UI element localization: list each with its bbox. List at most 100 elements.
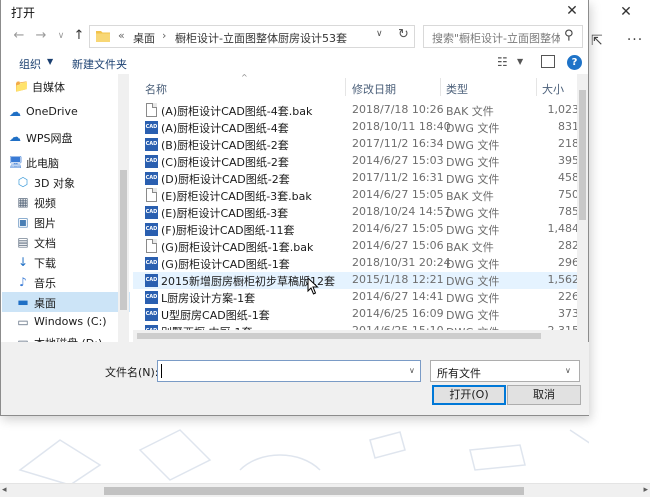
sidebar-item[interactable]: ⬡ 3D 对象 [2, 172, 130, 192]
file-name: (G)厨柜设计CAD图纸-1套 [161, 258, 290, 271]
address-dropdown-icon[interactable]: ∨ [376, 29, 383, 39]
drive-icon: ▭ [17, 315, 29, 329]
file-list-horizontal-scroll-thumb[interactable] [137, 333, 541, 339]
sidebar-item[interactable]: ☁ OneDrive [2, 102, 130, 122]
cancel-button[interactable]: 取消 [507, 385, 581, 405]
breadcrumb-current-folder[interactable]: 橱柜设计-立面图整体厨房设计53套 [175, 30, 347, 46]
refresh-icon[interactable]: ↻ [398, 27, 409, 42]
file-row[interactable]: CAD L厨房设计方案-1套 2014/6/27 14:41 DWG 文件 226 [133, 289, 579, 306]
picture-icon: ▣ [17, 215, 29, 229]
sidebar-item[interactable]: 📁 自媒体 [2, 76, 130, 96]
file-size: 785 [558, 205, 579, 218]
background-horizontal-scrollbar[interactable]: ◂ ▸ [0, 483, 650, 497]
file-type: BAK 文件 [446, 105, 494, 118]
sidebar-item-label: 3D 对象 [34, 177, 75, 190]
file-list-vertical-scroll-thumb[interactable] [579, 90, 586, 220]
sidebar-item-label: OneDrive [26, 105, 78, 118]
file-list-horizontal-scrollbar[interactable] [133, 330, 588, 342]
preview-pane-icon[interactable] [541, 55, 555, 68]
file-type: DWG 文件 [446, 156, 500, 169]
filename-dropdown-icon[interactable]: ∨ [409, 366, 415, 375]
cad-file-icon: CAD [145, 223, 158, 236]
file-type: DWG 文件 [446, 173, 500, 186]
column-header-size[interactable]: 大小 [542, 81, 564, 97]
file-name: (A)厨柜设计CAD图纸-4套.bak [161, 105, 313, 118]
file-row[interactable]: CAD 2015新增厨房橱柜初步草稿版12套 2015/1/18 12:21 DWG … [133, 272, 579, 289]
file-row[interactable]: CAD U型厨房CAD图纸-1套 2014/6/25 16:09 DWG 文件 373 [133, 306, 579, 323]
breadcrumb-separator-icon[interactable]: › [162, 29, 166, 42]
file-list-vertical-scrollbar[interactable] [577, 74, 588, 330]
sidebar-item[interactable]: 🖥 此电脑 [2, 152, 130, 172]
file-row[interactable]: CAD (G)厨柜设计CAD图纸-1套 2018/10/31 20:24 DWG 文件… [133, 255, 579, 272]
file-date: 2018/7/18 10:26 [352, 103, 444, 116]
column-header-type[interactable]: 类型 [446, 81, 468, 97]
cad-file-icon: CAD [145, 172, 158, 185]
sidebar-item-label: 自媒体 [32, 81, 65, 94]
file-name: U型厨房CAD图纸-1套 [161, 309, 270, 322]
file-row[interactable]: (A)厨柜设计CAD图纸-4套.bak 2018/7/18 10:26 BAK 文件… [133, 102, 579, 119]
sidebar-item[interactable]: ♪ 音乐 [2, 272, 130, 292]
open-button[interactable]: 打开(O) [432, 385, 506, 405]
breadcrumb-overflow-icon[interactable]: « [118, 29, 125, 42]
sidebar-item-label: 音乐 [34, 277, 56, 290]
sidebar-item[interactable]: ☁ WPS网盘 [2, 127, 130, 147]
folder-icon: 📁 [14, 79, 29, 93]
recent-locations-chevron-icon[interactable]: ∨ [53, 28, 69, 44]
background-scroll-thumb[interactable] [104, 487, 524, 495]
file-name: (D)厨柜设计CAD图纸-2套 [161, 173, 290, 186]
sidebar-item-label: 文档 [34, 237, 56, 250]
scroll-right-arrow-icon[interactable]: ▸ [643, 485, 648, 495]
file-row[interactable]: CAD (D)厨柜设计CAD图纸-2套 2017/11/2 16:31 DWG 文件 4… [133, 170, 579, 187]
column-divider[interactable] [345, 78, 346, 96]
file-row[interactable]: CAD (A)厨柜设计CAD图纸-4套 2018/10/11 18:40 DWG 文件… [133, 119, 579, 136]
view-caret-icon[interactable]: ▼ [517, 57, 523, 66]
dialog-close-icon[interactable]: ✕ [561, 2, 583, 20]
address-bar[interactable]: « 桌面 › 橱柜设计-立面图整体厨房设计53套 ∨ ↻ [89, 25, 415, 48]
sidebar-item[interactable]: ▦ 视频 [2, 192, 130, 212]
column-divider[interactable] [440, 78, 441, 96]
filename-input[interactable]: ∨ [157, 360, 421, 382]
scroll-left-arrow-icon[interactable]: ◂ [2, 485, 7, 495]
file-type: DWG 文件 [446, 139, 500, 152]
file-row[interactable]: CAD (C)厨柜设计CAD图纸-2套 2014/6/27 15:03 DWG 文件 3… [133, 153, 579, 170]
file-size: 226 [558, 290, 579, 303]
file-size: 218 [558, 137, 579, 150]
forward-arrow-icon[interactable]: → [33, 28, 49, 44]
new-folder-button[interactable]: 新建文件夹 [72, 56, 127, 72]
sidebar-item[interactable]: ▬ 桌面 [2, 292, 130, 312]
search-input[interactable]: 搜索"橱柜设计-立面图整体厨房... ⚲ [423, 25, 583, 48]
column-header-date[interactable]: 修改日期 [352, 81, 396, 97]
file-date: 2015/1/18 12:21 [352, 273, 444, 286]
file-row[interactable]: (G)厨柜设计CAD图纸-1套.bak 2014/6/27 15:06 BAK 文件… [133, 238, 579, 255]
back-arrow-icon[interactable]: ← [11, 28, 27, 44]
column-divider[interactable] [536, 78, 537, 96]
sidebar-item[interactable]: ▤ 文档 [2, 232, 130, 252]
file-type-select[interactable]: 所有文件 ∨ [430, 360, 580, 382]
navigation-pane-scrollbar[interactable] [118, 74, 129, 342]
help-icon[interactable]: ? [567, 55, 582, 70]
sidebar-item[interactable]: ▭ 本地磁盘 (D:) [2, 332, 130, 342]
sidebar-item-label: 此电脑 [26, 157, 59, 170]
file-row[interactable]: CAD (E)厨柜设计CAD图纸-3套 2018/10/24 14:57 DWG 文件… [133, 204, 579, 221]
file-row[interactable]: (E)厨柜设计CAD图纸-3套.bak 2014/6/27 15:05 BAK 文件… [133, 187, 579, 204]
up-arrow-icon[interactable]: ↑ [71, 28, 87, 44]
file-row[interactable]: CAD (F)厨柜设计CAD图纸-11套 2014/6/27 15:05 DWG 文件… [133, 221, 579, 238]
breadcrumb-desktop[interactable]: 桌面 [133, 30, 155, 46]
file-date: 2018/10/31 20:24 [352, 256, 451, 269]
view-options-icon[interactable]: ☷ [497, 55, 508, 69]
sidebar-item[interactable]: ▣ 图片 [2, 212, 130, 232]
column-header-name[interactable]: 名称 [145, 81, 167, 97]
file-row[interactable]: CAD (B)厨柜设计CAD图纸-2套 2017/11/2 16:34 DWG 文件 2… [133, 136, 579, 153]
background-more-icon[interactable]: ··· [622, 32, 648, 50]
sidebar-item[interactable]: ▭ Windows (C:) [2, 312, 130, 332]
background-share-icon[interactable]: ⇱ [591, 33, 611, 51]
file-type-dropdown-icon[interactable]: ∨ [565, 366, 571, 375]
search-icon[interactable]: ⚲ [564, 28, 574, 43]
background-close-icon[interactable]: ✕ [612, 4, 640, 20]
file-size: 750 [558, 188, 579, 201]
sidebar-item[interactable]: ↓ 下载 [2, 252, 130, 272]
file-name: (E)厨柜设计CAD图纸-3套.bak [161, 190, 312, 203]
organize-button[interactable]: 组织 [19, 56, 41, 72]
organize-caret-icon[interactable]: ▼ [47, 57, 53, 66]
navigation-pane-scroll-thumb[interactable] [120, 170, 127, 310]
